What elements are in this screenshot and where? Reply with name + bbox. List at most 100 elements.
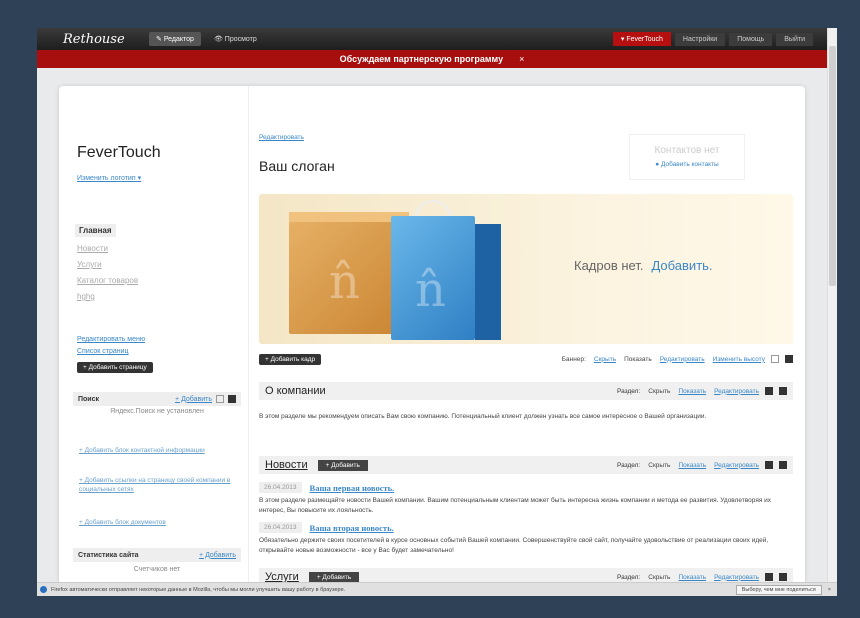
move-up-icon[interactable] (765, 573, 773, 581)
move-up-icon[interactable] (765, 461, 773, 469)
no-frames-text: Кадров нет. (574, 258, 644, 273)
services-edit-link[interactable]: Редактировать (714, 574, 759, 581)
banner-height-link[interactable]: Изменить высоту (713, 356, 765, 363)
banner-empty-message: Кадров нет. Добавить. (574, 258, 713, 273)
promo-banner: Обсуждаем партнерскую программу × (37, 50, 827, 68)
menu-item-home[interactable]: Главная (75, 224, 116, 237)
settings-square-icon[interactable] (216, 395, 224, 403)
edit-menu-link[interactable]: Редактировать меню (77, 336, 145, 343)
news-add-button[interactable]: + Добавить (317, 459, 368, 471)
menu-item-hghg[interactable]: hghg (75, 292, 235, 301)
services-show-link[interactable]: Показать (678, 574, 706, 581)
news-title-link[interactable]: Ваша первая новость. (310, 483, 395, 493)
promo-text[interactable]: Обсуждаем партнерскую программу (340, 54, 503, 64)
move-down-icon[interactable] (779, 573, 787, 581)
add-frame-link[interactable]: Добавить. (651, 258, 712, 273)
settings-button[interactable]: Настройки (674, 32, 726, 46)
banner-toolbar: + Добавить кадр Баннер: Скрыть Показать … (259, 352, 793, 366)
site-name: FeverTouch (77, 144, 161, 161)
services-add-button[interactable]: + Добавить (308, 571, 360, 583)
editor-tab[interactable]: ✎ Редактор (149, 32, 201, 46)
add-frame-button[interactable]: + Добавить кадр (259, 353, 322, 365)
account-menu: ▾ FeverTouch Настройки Помощь Выйти (609, 32, 813, 46)
contacts-box: Контактов нет ● Добавить контакты (629, 134, 745, 180)
delete-square-icon[interactable] (228, 395, 236, 403)
search-widget-add-link[interactable]: + Добавить (175, 396, 212, 403)
top-toolbar: Rethouse ✎ Редактор 👁 Просмотр ▾ FeverTo… (37, 28, 827, 50)
stats-widget-title: Статистика сайта (78, 551, 139, 559)
main-content: Редактировать Ваш слоган Контактов нет ●… (259, 86, 805, 586)
news-hide-link[interactable]: Скрыть (648, 462, 670, 469)
bag-logo-icon: n̂ (415, 262, 446, 318)
news-text: Обязательно держите своих посетителей в … (259, 537, 769, 554)
add-page-button[interactable]: + Добавить страницу (77, 362, 153, 373)
banner-hide-link[interactable]: Скрыть (594, 356, 616, 363)
about-text: В этом разделе мы рекомендуем описать Ва… (259, 413, 707, 420)
news-text: В этом разделе размещайте новости Вашей … (259, 497, 772, 514)
add-contacts-block-link[interactable]: + Добавить блок контактной информации (79, 446, 239, 455)
box-logo-icon: n̂ (329, 254, 360, 310)
about-show-link[interactable]: Показать (678, 388, 706, 395)
banner-edit-link[interactable]: Редактировать (660, 356, 705, 363)
page-list-link[interactable]: Список страниц (77, 348, 129, 355)
settings-square-icon[interactable] (771, 355, 779, 363)
contacts-empty-title: Контактов нет (654, 145, 720, 156)
news-date: 26.04.2013 (259, 522, 302, 533)
services-tools: Раздел: Скрыть Показать Редактировать (617, 573, 787, 581)
share-choice-button[interactable]: Выберу, чем мне поделиться (735, 584, 822, 595)
help-button[interactable]: Помощь (729, 32, 773, 46)
menu-item-services[interactable]: Услуги (75, 260, 235, 269)
stats-widget-header: Статистика сайта + Добавить (73, 548, 241, 562)
add-contacts-link[interactable]: ● Добавить контакты (630, 161, 744, 168)
news-date: 26.04.2013 (259, 482, 302, 493)
news-item-header: 26.04.2013 Ваша вторая новость. (259, 522, 394, 533)
about-hide-link[interactable]: Скрыть (648, 388, 670, 395)
notification-bar: Firefox автоматически отправляет некотор… (37, 582, 837, 596)
scrollbar-thumb[interactable] (829, 46, 836, 286)
move-down-icon[interactable] (779, 387, 787, 395)
about-section-header: О компании Раздел: Скрыть Показать Редак… (259, 382, 793, 400)
stats-widget-add-link[interactable]: + Добавить (199, 552, 236, 559)
logout-button[interactable]: Выйти (776, 32, 813, 46)
search-widget-title: Поиск (78, 395, 100, 403)
stats-widget-note: Счетчиков нет (133, 566, 181, 573)
user-button[interactable]: ▾ FeverTouch (612, 32, 671, 46)
about-edit-link[interactable]: Редактировать (714, 388, 759, 395)
about-tools: Раздел: Скрыть Показать Редактировать (617, 387, 787, 395)
promo-close-icon[interactable]: × (519, 54, 524, 64)
logo: Rethouse (63, 31, 125, 47)
notification-text: Firefox автоматически отправляет некотор… (51, 586, 346, 593)
close-icon[interactable]: × (828, 587, 831, 593)
banner-show-link[interactable]: Показать (624, 356, 652, 363)
sidebar: FeverTouch Изменить логотип ▾ Главная Но… (59, 86, 249, 586)
section-label: Раздел: (616, 461, 641, 469)
search-widget-note: Яндекс.Поиск не установлен (110, 408, 204, 415)
services-hide-link[interactable]: Скрыть (648, 574, 670, 581)
section-label: Раздел: (616, 387, 641, 395)
edit-slogan-link[interactable]: Редактировать (259, 134, 304, 141)
banner-label: Баннер: (561, 355, 586, 363)
news-title[interactable]: Новости (265, 459, 308, 471)
news-tools: Раздел: Скрыть Показать Редактировать (617, 461, 787, 469)
preview-tab[interactable]: 👁 Просмотр (207, 32, 264, 46)
move-down-icon[interactable] (779, 461, 787, 469)
site-page: FeverTouch Изменить логотип ▾ Главная Но… (59, 86, 805, 586)
banner: n̂ n̂ Кадров нет. Добавить. (259, 194, 793, 344)
news-section-header: Новости + Добавить Раздел: Скрыть Показа… (259, 456, 793, 474)
news-show-link[interactable]: Показать (678, 462, 706, 469)
add-social-links-link[interactable]: + Добавить ссылки на страницу своей комп… (79, 476, 239, 494)
vertical-scrollbar[interactable] (827, 28, 837, 582)
news-title-link[interactable]: Ваша вторая новость. (310, 523, 394, 533)
slogan[interactable]: Ваш слоган (259, 158, 335, 174)
site-menu: Главная Новости Услуги Каталог товаров h… (75, 224, 235, 308)
change-logo-link[interactable]: Изменить логотип ▾ (77, 174, 141, 182)
add-docs-block-link[interactable]: + Добавить блок документов (79, 518, 239, 527)
about-title[interactable]: О компании (265, 385, 326, 397)
delete-square-icon[interactable] (785, 355, 793, 363)
section-label: Раздел: (616, 573, 641, 581)
move-up-icon[interactable] (765, 387, 773, 395)
menu-item-catalog[interactable]: Каталог товаров (75, 276, 235, 285)
news-item-header: 26.04.2013 Ваша первая новость. (259, 482, 394, 493)
news-edit-link[interactable]: Редактировать (714, 462, 759, 469)
menu-item-news[interactable]: Новости (75, 244, 235, 253)
